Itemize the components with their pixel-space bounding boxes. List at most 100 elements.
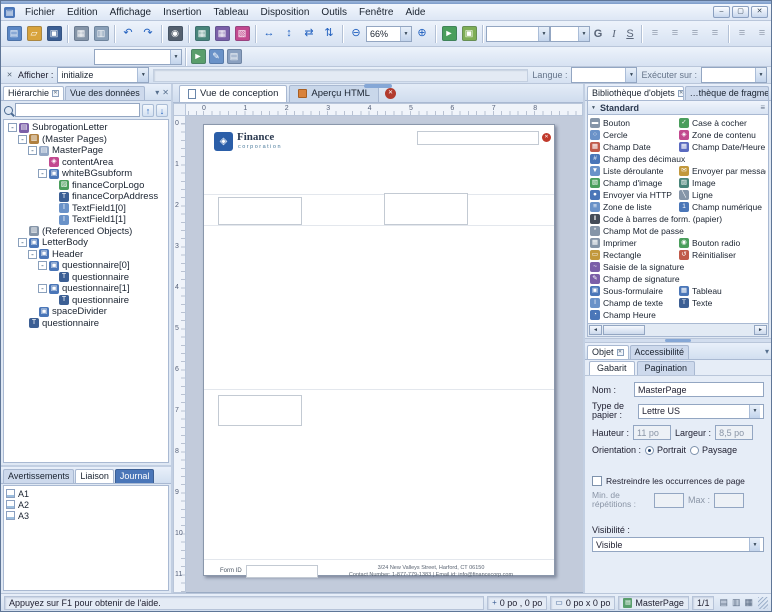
tree-node[interactable]: - ▥ (Master Pages): [4, 134, 168, 146]
swap-v-icon-button[interactable]: ⇅: [319, 24, 339, 44]
library-item[interactable]: 1 Champ numérique: [679, 201, 766, 213]
target-marker-icon[interactable]: ✕: [542, 133, 551, 142]
tree-node[interactable]: Tquestionnaire: [4, 295, 168, 307]
tree-expander-icon[interactable]: -: [18, 134, 27, 144]
library-item[interactable]: ◔ Champ Heure: [590, 309, 677, 321]
tab-avertissements[interactable]: Avertissements: [3, 469, 75, 483]
library-item[interactable]: ▦ Tableau: [679, 285, 766, 297]
pdf-preview-icon-button[interactable]: ►: [439, 24, 459, 44]
align-center-icon-button[interactable]: ≡: [665, 24, 685, 44]
status-master-page[interactable]: ▤ MasterPage: [618, 595, 689, 610]
find-icon-button[interactable]: ◉: [165, 24, 185, 44]
layout-palette-icon[interactable]: ▦: [744, 597, 753, 608]
tree-node[interactable]: ▥ (Referenced Objects): [4, 226, 168, 238]
scrollbar-thumb[interactable]: [603, 325, 645, 335]
find-previous-button[interactable]: ↑: [142, 103, 154, 117]
status-page-indicator[interactable]: 1/1: [691, 595, 715, 610]
logo-subtitle[interactable]: corporation: [238, 144, 282, 150]
library-item[interactable]: ◈ Zone de contenu: [679, 129, 766, 141]
tab-vue-de-conception[interactable]: Vue de conception: [179, 85, 288, 102]
tree-node[interactable]: - ▤ SubrogationLetter: [4, 122, 168, 134]
print-icon-button[interactable]: ▦: [71, 24, 91, 44]
library-item[interactable]: ~ Saisie de la signature: [590, 261, 766, 273]
preview-icon-button[interactable]: ▥: [91, 24, 111, 44]
tree-node[interactable]: ◈ contentArea: [4, 157, 168, 169]
zoom-in-icon-button[interactable]: ⊕: [412, 24, 432, 44]
library-item[interactable]: I Champ de texte: [590, 297, 677, 309]
tree-node[interactable]: Tquestionnaire: [4, 272, 168, 284]
menu-outils[interactable]: Outils: [315, 5, 353, 20]
logo-title[interactable]: Finance: [237, 131, 274, 143]
library-item[interactable]: ▭ Rectangle: [590, 249, 677, 261]
swap-h-icon-button[interactable]: ⇄: [299, 24, 319, 44]
open-icon-button[interactable]: ▱: [24, 24, 44, 44]
tab-vue-des-donnees[interactable]: Vue des données: [65, 86, 145, 100]
app-icon[interactable]: ▤: [4, 6, 15, 18]
panel-close-icon[interactable]: ✕: [162, 88, 169, 97]
panel-menu-icon[interactable]: ▾: [155, 88, 159, 97]
tree-expander-icon[interactable]: -: [28, 249, 37, 259]
font-combo[interactable]: ▼: [486, 25, 550, 42]
menu-fenetre[interactable]: Fenêtre: [353, 5, 399, 20]
new-icon-button[interactable]: ▤: [4, 24, 24, 44]
insert-table-icon-button[interactable]: ▦: [192, 24, 212, 44]
type-papier-select[interactable]: Lettre US ▼: [638, 403, 764, 419]
tab-bibliotheque-fragments[interactable]: …thèque de fragme: [684, 86, 769, 100]
tree-node[interactable]: - ▣ questionnaire[1]: [4, 283, 168, 295]
size-combo[interactable]: ▼: [550, 25, 590, 42]
page-pencil-icon-button[interactable]: ✎: [207, 49, 225, 65]
save-icon-button[interactable]: ▣: [44, 24, 64, 44]
questionnaire-field-box[interactable]: [218, 395, 302, 426]
undo-icon-button[interactable]: ↶: [118, 24, 138, 44]
questionnaire-field-box[interactable]: [384, 193, 468, 225]
valign-top-icon-button[interactable]: ≡: [732, 24, 752, 44]
zoom-combo[interactable]: 66% ▼: [366, 25, 412, 42]
library-scrollbar[interactable]: ◄ ►: [587, 324, 769, 337]
report-palette-icon[interactable]: ▥: [732, 597, 741, 608]
tab-close-icon[interactable]: ✕: [677, 89, 683, 97]
tab-close-icon[interactable]: ✕: [616, 348, 624, 356]
menu-disposition[interactable]: Disposition: [255, 5, 316, 20]
langue-select[interactable]: ▼: [571, 67, 638, 83]
library-item[interactable]: ▨ Image: [679, 177, 766, 189]
executer-select[interactable]: ▼: [701, 67, 767, 83]
script-palette-close-icon[interactable]: ✕: [5, 71, 14, 79]
align-right-icon-button[interactable]: ≡: [685, 24, 705, 44]
tab-close-icon[interactable]: ✕: [52, 89, 60, 97]
form-id-field[interactable]: [246, 565, 318, 578]
underline-button[interactable]: S: [622, 24, 638, 44]
tree-node[interactable]: ▨ financeCorpLogo: [4, 180, 168, 192]
align-justify-icon-button[interactable]: ≡: [705, 24, 725, 44]
library-item[interactable]: ▦ Champ Date/Heure: [679, 141, 766, 153]
subtab-pagination[interactable]: Pagination: [636, 361, 696, 375]
design-page[interactable]: ◈ Finance corporation ✕ Form ID 3/24 New…: [203, 124, 555, 578]
tree-node[interactable]: I TextField1[1]: [4, 214, 168, 226]
menu-insertion[interactable]: Insertion: [157, 5, 207, 20]
library-item[interactable]: # Champ des décimaux: [590, 153, 766, 165]
library-item[interactable]: ○ Cercle: [590, 129, 677, 141]
menu-fichier[interactable]: Fichier: [19, 5, 61, 20]
library-item[interactable]: ▦ Champ Date: [590, 141, 677, 153]
redo-icon-button[interactable]: ↷: [138, 24, 158, 44]
tree-node[interactable]: I TextField1[0]: [4, 203, 168, 215]
zoom-out-icon-button[interactable]: ⊖: [346, 24, 366, 44]
restreindre-checkbox[interactable]: [592, 476, 602, 486]
largeur-input[interactable]: 8,5 po: [715, 425, 754, 440]
finance-logo-icon[interactable]: ◈: [214, 132, 233, 151]
report-item[interactable]: A2: [6, 499, 166, 510]
tab-liaison[interactable]: Liaison: [75, 469, 114, 483]
align-left-icon-button[interactable]: ≡: [645, 24, 665, 44]
menu-tableau[interactable]: Tableau: [207, 5, 254, 20]
tree-expander-icon[interactable]: -: [28, 146, 37, 156]
resize-grip[interactable]: [758, 596, 768, 609]
tree-expander-icon[interactable]: -: [18, 238, 27, 248]
visibilite-select[interactable]: Visible ▼: [592, 537, 764, 552]
library-item[interactable]: ‖ Code à barres de form. (papier): [590, 213, 766, 225]
restore-button[interactable]: ▢: [732, 6, 749, 18]
hauteur-input[interactable]: 11 po: [633, 425, 672, 440]
tree-node[interactable]: TfinanceCorpAddress: [4, 191, 168, 203]
tree-expander-icon[interactable]: -: [38, 169, 47, 179]
library-category-header[interactable]: ▼ Standard ≡: [587, 101, 769, 115]
tree-node[interactable]: - ▣ questionnaire[0]: [4, 260, 168, 272]
minimize-button[interactable]: –: [713, 6, 730, 18]
